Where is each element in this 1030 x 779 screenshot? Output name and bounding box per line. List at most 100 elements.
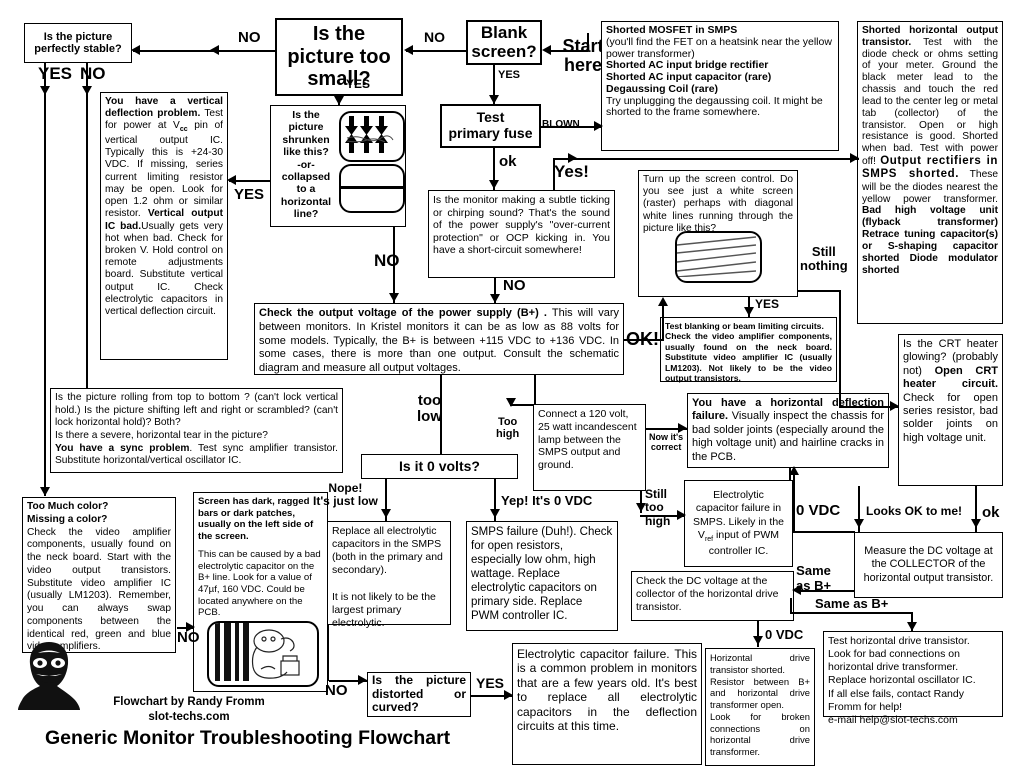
arrowhead-bplus-ok: [658, 297, 668, 306]
credit-line: Flowchart by Randy Fromm slot-techs.com: [78, 695, 300, 725]
panel-electrolytic-common: Electrolytic capacitor failure. This is …: [512, 643, 702, 765]
screen-control-text: Turn up the screen control. Do you see j…: [643, 174, 793, 234]
arrowhead-still-nothing: [890, 401, 899, 411]
panel-horizontal-deflection-failure: You have a horizontal deflection failure…: [687, 393, 889, 468]
edge-label-now-correct: Now it's correct: [649, 432, 684, 453]
arrowhead-small-to-stable: [131, 45, 140, 55]
node-picture-shrunken-label: Is the picture shrunken like this? -or- …: [280, 109, 332, 220]
edge-label-looks-ok: Looks OK to me!: [866, 504, 963, 518]
edge-label-0vdc-left: 0 VDC: [796, 502, 841, 519]
panel-vertical-deflection: You have a vertical deflection problem. …: [100, 92, 228, 360]
dark-bars-text: This can be caused by a bad electrolytic…: [198, 548, 321, 619]
edge-same-bplus2-v: [790, 598, 792, 613]
panel-dark-bars: Screen has dark, ragged bars or dark pat…: [193, 492, 328, 692]
elec-smps-l4b: input of PWM: [713, 528, 780, 541]
edge-label-yes-screen: YES: [755, 297, 780, 311]
arrowhead-to-color: [40, 487, 50, 496]
node-zero-volts-label: Is it 0 volts?: [399, 457, 480, 474]
test-horiz-drive-text: Test horizontal drive transistor. Look f…: [828, 635, 976, 726]
node-picture-stable-label: Is the picture perfectly stable?: [34, 30, 122, 55]
arrowhead-0vdc: [789, 466, 799, 475]
edge-bplus-ok-v: [662, 300, 664, 340]
replace-caps-text: Replace all electrolytic capacitors in t…: [332, 525, 443, 629]
elec-smps-l2: capacitor failure in: [695, 502, 782, 515]
edge-same-bplus2-h: [790, 612, 912, 614]
edge-stable-yes: [44, 63, 46, 495]
panel-electrolytic-smps: Electrolytic capacitor failure in SMPS. …: [684, 480, 793, 567]
edge-label-no-ticking: NO: [503, 277, 526, 294]
edge-label-yep: Yep! It's 0 VDC: [501, 493, 593, 508]
measure-collector-text: Measure the DC voltage at the COLLECTOR …: [863, 544, 994, 584]
edge-0vdc-h: [793, 531, 855, 533]
crt-collapsed-icon: [339, 164, 405, 213]
panel-shorted-mosfet: Shorted MOSFET in SMPS (you'll find the …: [601, 21, 839, 151]
color-bold2: Missing a color?: [27, 513, 108, 525]
edge-label-yes-stable: YES: [38, 64, 73, 83]
sync-line2: Is there a severe, horizontal tear in th…: [55, 429, 268, 441]
dark-bars-bold: Screen has dark, ragged bars or dark pat…: [198, 496, 314, 543]
arrowhead-shrunken-yes: [227, 175, 236, 185]
arrowhead-start-to-blank: [542, 45, 551, 55]
arrowhead-0vdc-mid: [753, 636, 763, 645]
arrowhead-shrunken-no: [389, 293, 399, 302]
panel-sync-problem: Is the picture rolling from top to botto…: [50, 388, 343, 473]
edge-label-same-bplus2: Same as B+: [815, 596, 889, 611]
panel-measure-collector: Measure the DC voltage at the COLLECTOR …: [854, 532, 1003, 598]
arrowhead-distorted-yes: [504, 690, 513, 700]
panel-check-bplus: Check the output voltage of the power su…: [254, 303, 624, 375]
edge-stable-no: [86, 63, 88, 388]
edge-label-no-small: NO: [238, 29, 261, 46]
edge-blank-to-small: [406, 50, 466, 52]
edge-darkbars-exit: [329, 680, 331, 682]
crt-raster-icon: [675, 231, 762, 283]
arrowhead-fuse-blown: [594, 121, 603, 131]
node-is-it-zero-volts[interactable]: Is it 0 volts?: [361, 454, 518, 479]
node-picture-shrunken[interactable]: Is the picture shrunken like this? -or- …: [270, 105, 406, 227]
node-picture-stable[interactable]: Is the picture perfectly stable?: [24, 23, 132, 63]
panel-check-dc-drive: Check the DC voltage at the collector of…: [631, 571, 794, 621]
edge-hdf-up: [789, 468, 791, 480]
arrowhead-ok-crt: [971, 519, 981, 528]
edge-label-no-stable: NO: [80, 64, 106, 83]
panel-horiz-drive-shorted: Horizontal drive transistor shorted. Res…: [705, 648, 815, 766]
edge-label-too-high: Too high: [496, 416, 520, 441]
credit-line2: slot-techs.com: [148, 710, 230, 723]
mosfet-line2: (you'll find the FET on a heatsink near …: [606, 35, 832, 60]
edge-label-0vdc-mid: 0 VDC: [765, 627, 804, 642]
blanking-text: Test blanking or beam limiting circuits.…: [665, 321, 832, 384]
arrowhead-stable-no: [82, 86, 92, 95]
shorted-hot-text1: Test with the diode check or ohms settin…: [862, 36, 998, 168]
edge-too-high-v: [534, 375, 536, 405]
node-picture-distorted[interactable]: Is the picture distorted or curved?: [367, 672, 471, 717]
check-bplus-bold: Check the output voltage of the power su…: [259, 307, 547, 319]
page-title: Generic Monitor Troubleshooting Flowchar…: [45, 727, 450, 750]
edge-label-ok-bplus: OK!: [626, 329, 659, 349]
color-text: Check the video amplifier components, us…: [27, 526, 171, 653]
flowchart-canvas: Is the picture perfectly stable? Is the …: [0, 0, 1030, 779]
smps-failure-text: SMPS failure (Duh!). Check for open resi…: [471, 526, 613, 623]
edge-start-vert: [587, 33, 589, 51]
sync-bold: You have a sync problem: [55, 442, 190, 454]
edge-label-still-too-high: Still too high: [645, 487, 671, 528]
edge-label-same-bplus: Same as B+: [796, 563, 832, 593]
arrowhead-fuse-ok: [489, 180, 499, 189]
arrowhead-blank-to-small: [404, 45, 413, 55]
edge-label-yes-ticking: Yes!: [554, 162, 589, 181]
node-test-primary-fuse[interactable]: Test primary fuse: [440, 104, 541, 148]
node-picture-too-small[interactable]: Is the picture too small?: [275, 18, 403, 96]
arrowhead-nope: [381, 509, 391, 518]
randy-fromm-portrait-icon: [16, 638, 82, 710]
mosfet-line5: Degaussing Coil (rare): [606, 82, 719, 95]
edge-label-yes-shrunken: YES: [234, 186, 265, 203]
edge-ticking-yes-h: [553, 158, 859, 160]
mosfet-line6: Try unplugging the degaussing coil. It m…: [606, 94, 823, 119]
panel-crt-heater: Is the CRT heater glowing? (probably not…: [898, 334, 1003, 486]
vref-subscript: ref: [704, 535, 714, 543]
credit-line1: Flowchart by Randy Fromm: [113, 696, 265, 708]
edge-label-no-shrunken: NO: [374, 251, 400, 270]
lamp-text: Connect a 120 volt, 25 watt incandescent…: [538, 408, 637, 472]
edge-still-nothing-v: [839, 290, 841, 407]
elec-smps-l5: controller IC.: [708, 544, 769, 557]
node-blank-screen[interactable]: Blank screen?: [466, 20, 542, 65]
edge-label-too-low: too low: [417, 392, 442, 425]
